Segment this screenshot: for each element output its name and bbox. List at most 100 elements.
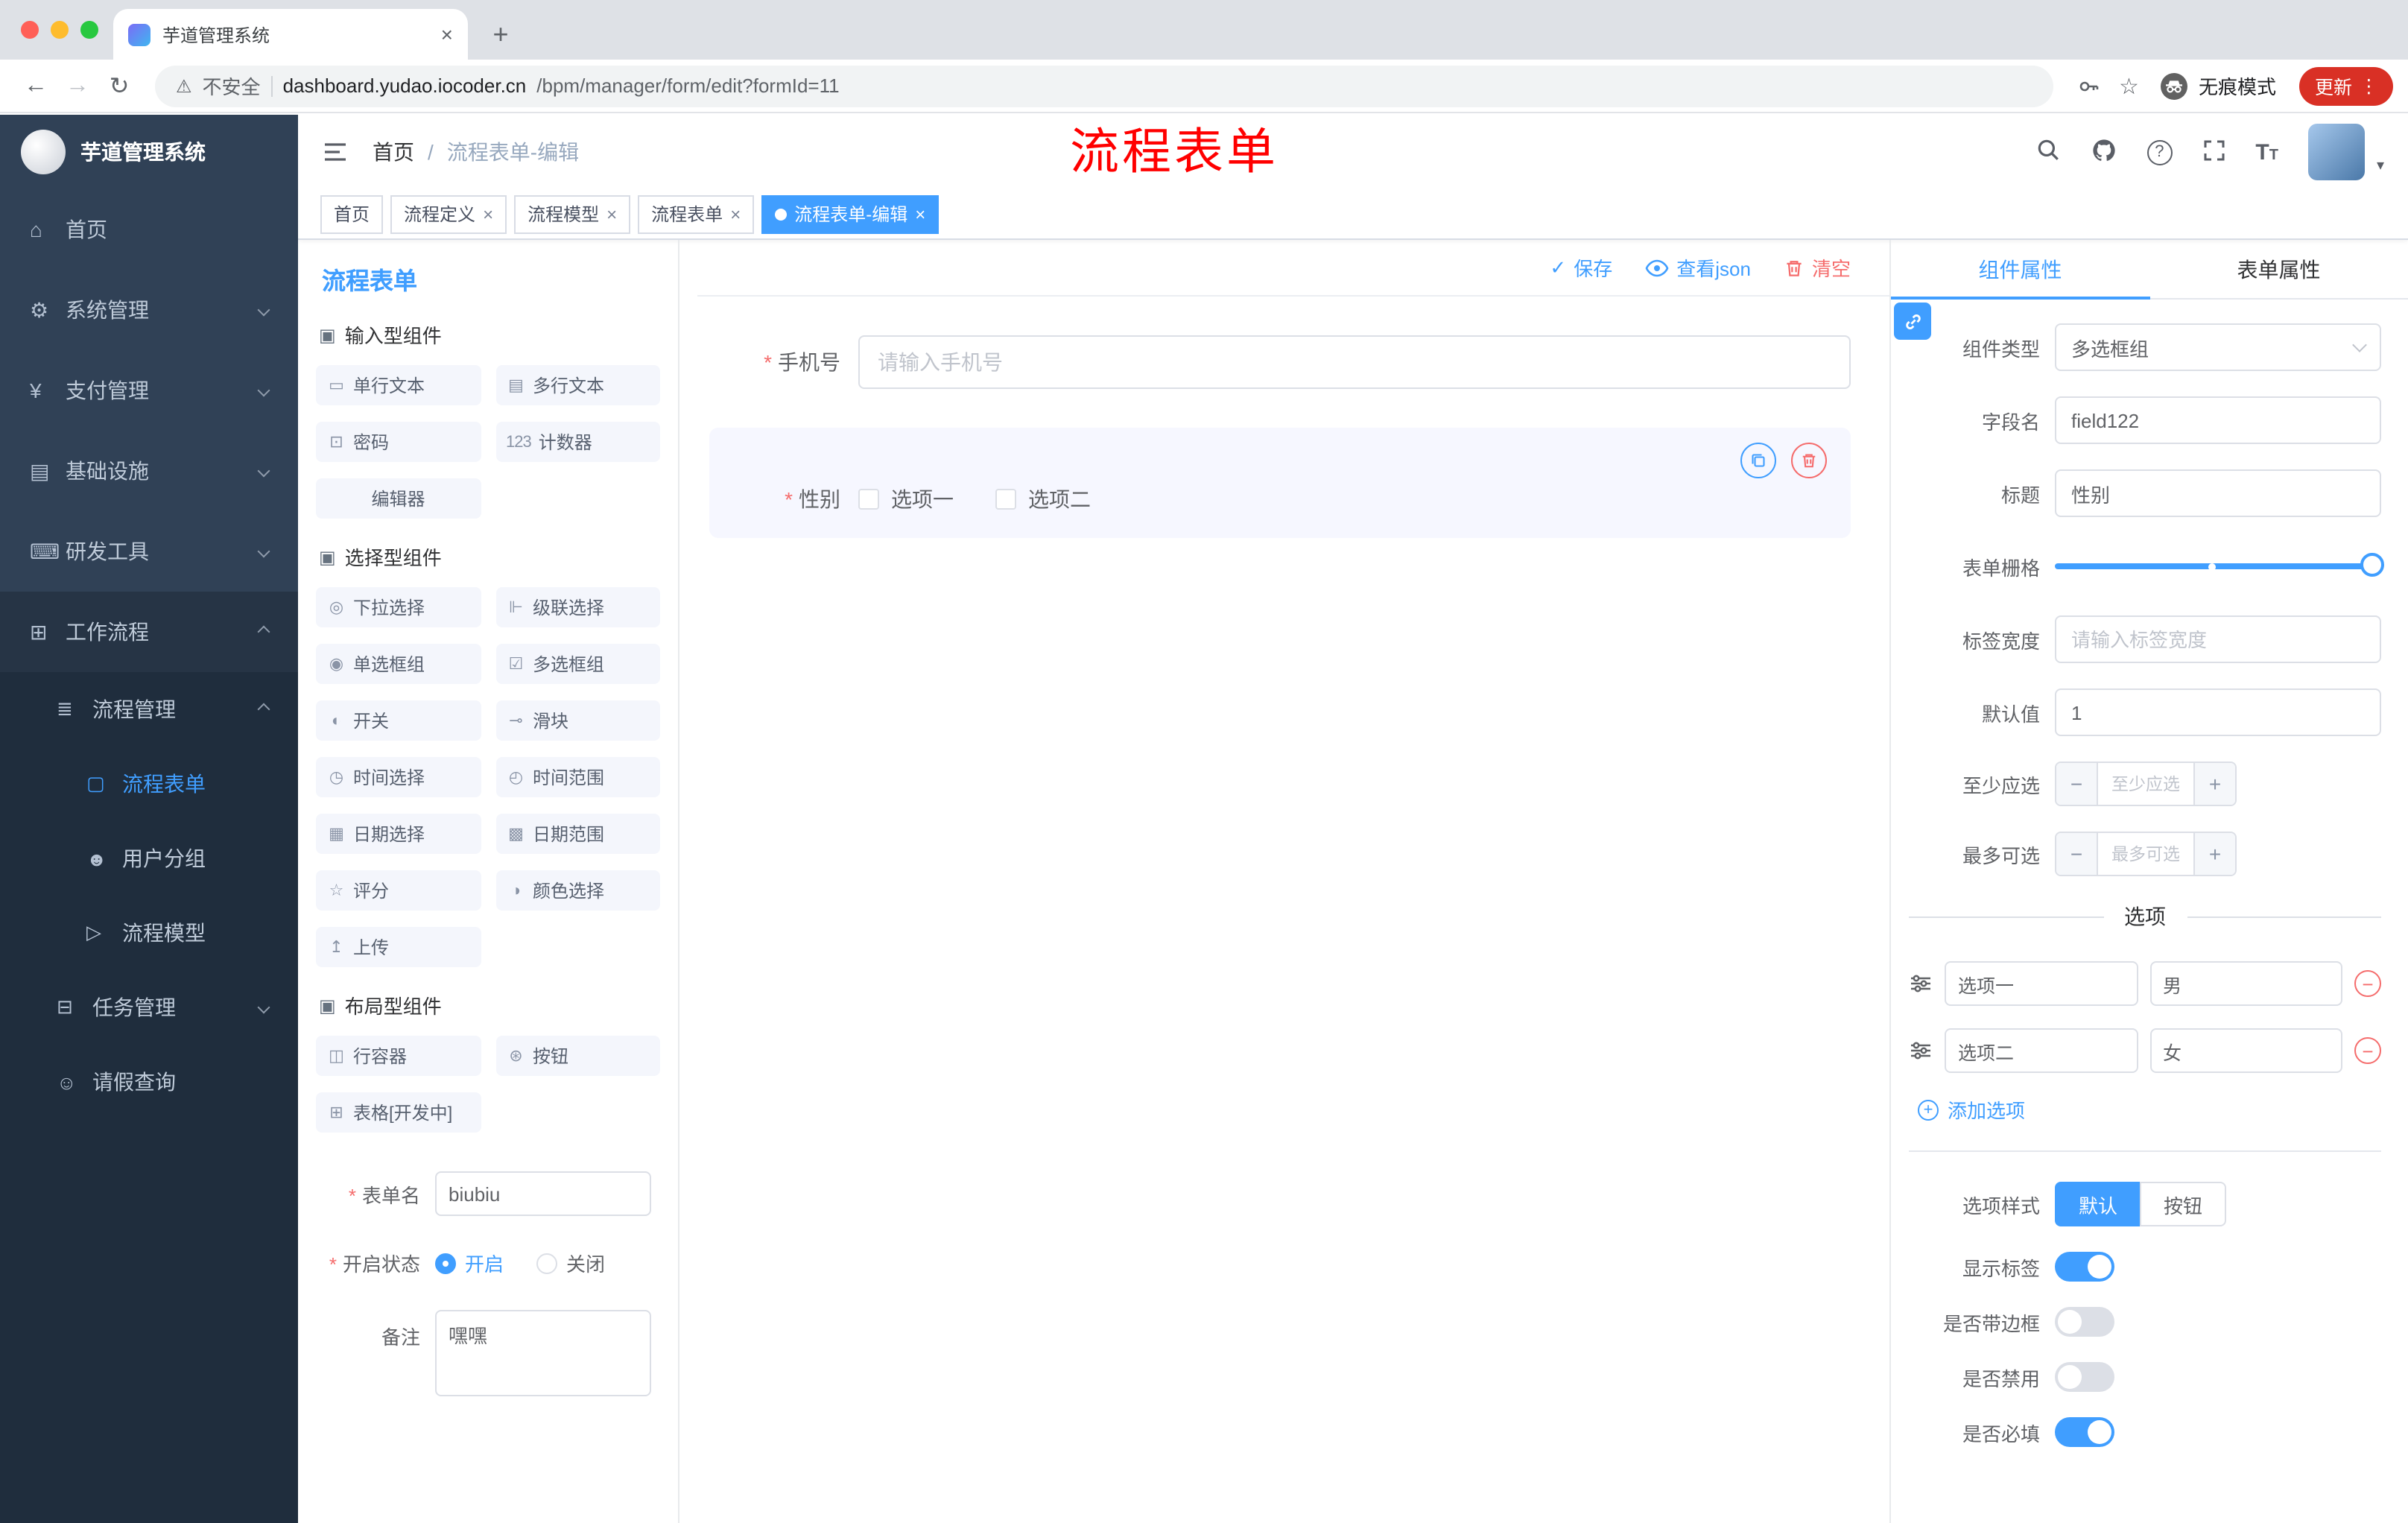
component-chip[interactable]: ◴ 时间范围 [495,757,660,797]
new-tab-button[interactable]: + [480,13,522,55]
component-chip[interactable]: ↥ 上传 [316,927,481,967]
reload-button[interactable]: ↻ [98,71,140,101]
window-minimize-button[interactable] [51,21,69,39]
component-chip[interactable]: ▭ 单行文本 [316,365,481,405]
forward-button[interactable]: → [57,72,98,99]
tab-form-props[interactable]: 表单属性 [2149,240,2408,298]
tag-process-definition[interactable]: 流程定义 × [390,194,507,233]
radio-status-on[interactable]: 开启 [435,1249,504,1277]
clear-button[interactable]: 清空 [1784,253,1851,282]
window-maximize-button[interactable] [80,21,98,39]
option-value-input[interactable] [2149,1028,2342,1073]
component-chip[interactable]: ⊸ 滑块 [495,700,660,741]
tag-close-icon[interactable]: × [606,203,617,224]
avatar[interactable] [2307,124,2365,180]
slider-handle[interactable] [2360,553,2384,577]
app-logo[interactable]: 芋道管理系统 [0,115,298,189]
title-input[interactable] [2055,469,2381,517]
component-chip[interactable]: ⊞ 表格[开发中] [316,1092,481,1133]
sidebar-item-task-management[interactable]: ⊟ 任务管理 [0,970,298,1045]
component-chip[interactable]: ☑ 多选框组 [495,644,660,684]
remark-textarea[interactable]: 嘿嘿 [435,1310,651,1396]
grid-slider[interactable] [2055,542,2384,590]
show-label-switch[interactable] [2055,1252,2114,1282]
style-button-button[interactable]: 按钮 [2140,1182,2227,1226]
tab-close-icon[interactable]: × [441,24,453,45]
fullscreen-icon[interactable] [2202,138,2225,166]
sidebar-item-user-group[interactable]: ☻ 用户分组 [0,821,298,896]
option-label-input[interactable] [1945,961,2138,1006]
component-chip[interactable]: ⊛ 按钮 [495,1036,660,1076]
sidebar-item-leave-query[interactable]: ☺ 请假查询 [0,1045,298,1119]
form-name-input[interactable] [435,1171,651,1216]
tag-process-form-edit[interactable]: 流程表单-编辑 × [761,194,940,233]
selected-component[interactable]: 性别 选项一 选项二 [709,428,1851,538]
checkbox-option-1[interactable]: 选项一 [858,484,954,514]
phone-input[interactable] [858,335,1851,389]
default-value-input[interactable] [2055,688,2381,736]
remove-option-button[interactable]: − [2354,970,2381,997]
radio-status-off[interactable]: 关闭 [536,1249,605,1277]
style-default-button[interactable]: 默认 [2055,1182,2141,1226]
copy-component-button[interactable] [1740,443,1776,478]
component-chip[interactable]: ◐ 开关 [316,700,481,741]
option-value-input[interactable] [2149,961,2342,1006]
sidebar-item-system-management[interactable]: ⚙ 系统管理 [0,270,298,350]
sidebar-item-payment-management[interactable]: ¥ 支付管理 [0,350,298,431]
tag-close-icon[interactable]: × [483,203,493,224]
bookmark-star-icon[interactable]: ☆ [2119,72,2139,99]
password-key-icon[interactable] [2077,74,2101,98]
component-chip[interactable]: ⊡ 密码 [316,422,481,462]
sidebar-item-infrastructure[interactable]: ▤ 基础设施 [0,431,298,511]
add-option-button[interactable]: + 添加选项 [1918,1095,2381,1124]
option-label-input[interactable] [1945,1028,2138,1073]
view-json-button[interactable]: 查看json [1645,253,1751,282]
help-icon[interactable]: ? [2146,139,2173,165]
label-width-input[interactable] [2055,615,2381,663]
sidebar-item-process-form[interactable]: ▢ 流程表单 [0,747,298,821]
required-switch[interactable] [2055,1417,2114,1447]
save-button[interactable]: ✓ 保存 [1550,253,1612,282]
remove-option-button[interactable]: − [2354,1037,2381,1064]
disabled-switch[interactable] [2055,1362,2114,1392]
back-button[interactable]: ← [15,72,57,99]
component-chip[interactable]: ▦ 日期选择 [316,814,481,854]
breadcrumb-home[interactable]: 首页 [373,137,414,167]
sidebar-item-dev-tools[interactable]: ⌨ 研发工具 [0,511,298,592]
component-chip[interactable]: ◎ 下拉选择 [316,587,481,627]
window-close-button[interactable] [21,21,39,39]
component-chip[interactable]: ▤ 多行文本 [495,365,660,405]
decrease-button[interactable]: − [2056,763,2098,805]
increase-button[interactable]: + [2193,763,2235,805]
decrease-button[interactable]: − [2056,833,2098,875]
component-chip[interactable]: ◷ 时间选择 [316,757,481,797]
tag-process-model[interactable]: 流程模型 × [514,194,631,233]
component-chip[interactable]: ⊩ 级联选择 [495,587,660,627]
tag-close-icon[interactable]: × [730,203,741,224]
address-bar[interactable]: ⚠ 不安全 dashboard.yudao.iocoder.cn /bpm/ma… [155,65,2054,107]
component-chip[interactable]: 123 计数器 [495,422,660,462]
tag-home[interactable]: 首页 [320,194,384,233]
drag-handle-icon[interactable] [1909,1039,1933,1063]
component-chip[interactable]: 编辑器 [316,478,481,519]
sidebar-item-process-model[interactable]: ▷ 流程模型 [0,896,298,970]
min-select-input[interactable]: 至少应选 [2098,763,2193,805]
max-select-input[interactable]: 最多可选 [2098,833,2193,875]
component-type-select[interactable]: 多选框组 [2055,323,2381,371]
field-name-input[interactable] [2055,396,2381,444]
sidebar-item-process-management[interactable]: ≣ 流程管理 [0,672,298,747]
delete-component-button[interactable] [1791,443,1827,478]
font-size-icon[interactable]: TT [2255,139,2278,165]
checkbox-option-2[interactable]: 选项二 [995,484,1091,514]
border-switch[interactable] [2055,1307,2114,1337]
browser-tab[interactable]: 芋道管理系统 × [113,9,468,60]
github-icon[interactable] [2090,136,2117,168]
designer-title[interactable]: 流程表单 [316,252,660,297]
search-icon[interactable] [2035,137,2060,167]
sidebar-item-workflow[interactable]: ⊞ 工作流程 [0,592,298,672]
component-chip[interactable]: ☆ 评分 [316,870,481,911]
tag-process-form[interactable]: 流程表单 × [638,194,755,233]
tag-close-icon[interactable]: × [915,203,925,224]
increase-button[interactable]: + [2193,833,2235,875]
component-chip[interactable]: ◫ 行容器 [316,1036,481,1076]
